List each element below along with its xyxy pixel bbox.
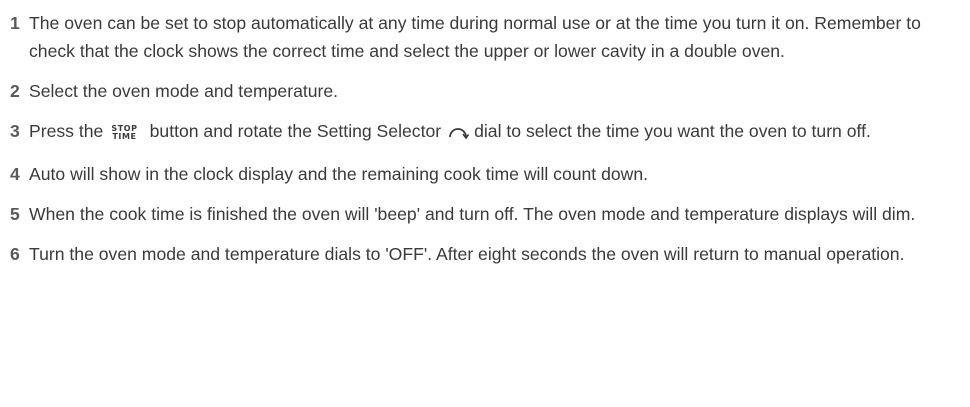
stop-time-button-icon: STOP TIME: [111, 125, 137, 141]
step-item: 2 Select the oven mode and temperature.: [10, 77, 965, 105]
step-text-before: Press the: [29, 121, 104, 141]
step-number: 3: [10, 121, 20, 141]
step-number: 4: [10, 164, 20, 184]
step-item: 4 Auto will show in the clock display an…: [10, 160, 965, 188]
step-text-middle: button and rotate the Setting Selector: [149, 121, 442, 141]
setting-selector-dial-icon: [447, 120, 470, 148]
step-item: 5 When the cook time is finished the ove…: [10, 200, 965, 228]
step-number: 1: [10, 13, 20, 33]
step-item: 6 Turn the oven mode and temperature dia…: [10, 240, 965, 268]
step-text: Auto will show in the clock display and …: [29, 164, 649, 184]
step-text: Turn the oven mode and temperature dials…: [29, 244, 905, 264]
stop-time-label-bottom: TIME: [112, 132, 137, 141]
step-number: 6: [10, 244, 20, 264]
step-text: The oven can be set to stop automaticall…: [29, 13, 921, 61]
step-text-after: dial to select the time you want the ove…: [474, 121, 871, 141]
step-number: 5: [10, 204, 20, 224]
step-text: Select the oven mode and temperature.: [29, 81, 339, 101]
step-item: 1 The oven can be set to stop automatica…: [10, 9, 965, 65]
step-text: Press the STOP TIME button and rotate the S…: [29, 117, 965, 148]
step-text: When the cook time is finished the oven …: [29, 204, 916, 224]
instruction-steps: 1 The oven can be set to stop automatica…: [10, 9, 965, 280]
step-item: 3 Press the STOP TIME button and rotate the…: [10, 117, 965, 148]
step-number: 2: [10, 81, 20, 101]
